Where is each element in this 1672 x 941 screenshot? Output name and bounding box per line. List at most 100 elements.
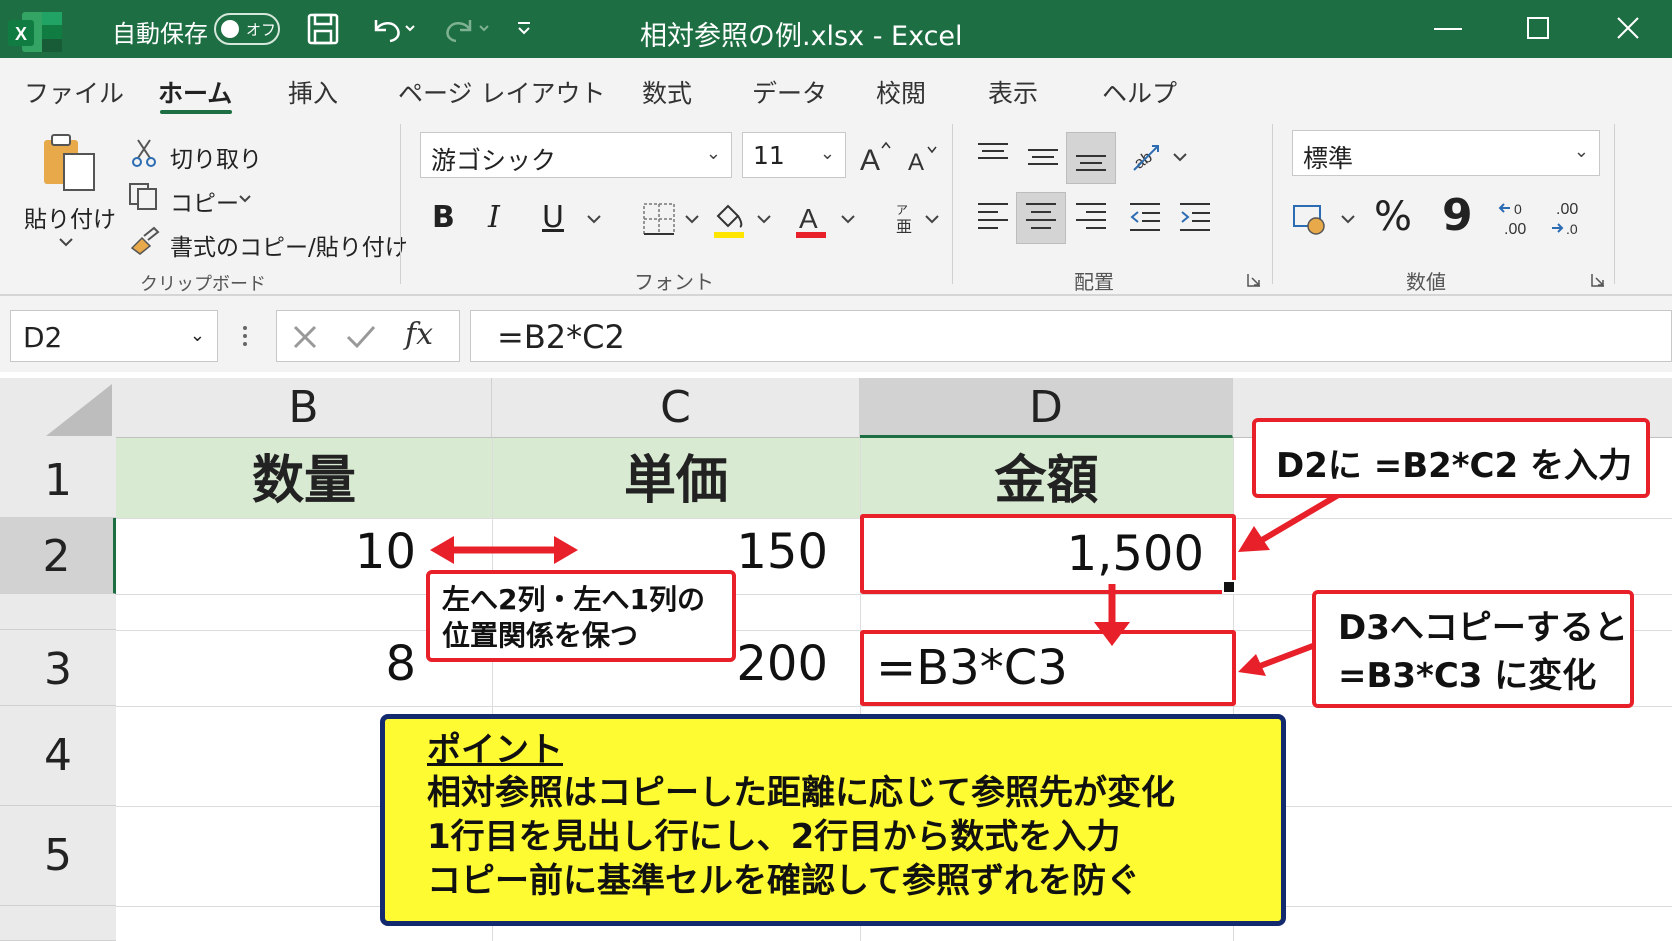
align-right-icon[interactable] — [1074, 200, 1108, 234]
chevron-down-icon: ⌄ — [1573, 141, 1589, 162]
svg-text:0: 0 — [1514, 201, 1522, 217]
row-header-3[interactable]: 3 — [0, 630, 116, 706]
orientation-dropdown-icon[interactable] — [1172, 152, 1188, 162]
window-title: 相対参照の例.xlsx - Excel — [640, 21, 963, 52]
font-name-value: 游ゴシック — [431, 146, 557, 175]
point-line: 1行目を見出し行にし、2行目から数式を入力 — [427, 817, 1121, 857]
insert-function-button[interactable]: fx — [405, 317, 433, 352]
cell-d3-value: =B3*C3 — [876, 640, 1068, 696]
cell-c1[interactable]: 単価 — [492, 438, 860, 518]
top-align-icon[interactable] — [976, 140, 1010, 170]
font-color-dropdown-icon[interactable] — [840, 214, 856, 224]
column-header-b[interactable]: B — [116, 378, 492, 438]
row-header-2[interactable]: 2 — [0, 518, 116, 594]
tab-home[interactable]: ホーム — [158, 74, 232, 110]
autosave-label: 自動保存 — [112, 20, 208, 48]
cancel-icon[interactable] — [291, 323, 319, 351]
paste-dropdown-icon[interactable] — [58, 236, 74, 248]
increase-font-size-icon[interactable]: A — [858, 140, 892, 177]
maximize-icon[interactable] — [1526, 16, 1552, 42]
borders-dropdown-icon[interactable] — [684, 214, 700, 224]
tab-help[interactable]: ヘルプ — [1102, 74, 1177, 110]
fill-color-icon[interactable] — [712, 200, 746, 240]
point-line: 相対参照はコピーした距離に応じて参照先が変化 — [427, 773, 1175, 813]
bottom-align-icon[interactable] — [1074, 140, 1108, 176]
borders-icon[interactable] — [642, 202, 676, 236]
accounting-format-icon[interactable] — [1292, 202, 1328, 236]
cell-b1[interactable]: 数量 — [116, 438, 492, 518]
more-options-icon[interactable] — [240, 322, 250, 350]
number-format-combo[interactable]: 標準 ⌄ — [1292, 130, 1600, 176]
underline-button[interactable]: U — [542, 200, 564, 235]
cut-button[interactable]: 切り取り — [170, 140, 262, 174]
font-name-combo[interactable]: 游ゴシック ⌄ — [420, 132, 732, 178]
increase-decimal-icon[interactable]: 0 .00 — [1496, 200, 1536, 240]
font-size-combo[interactable]: 11 ⌄ — [742, 132, 846, 178]
tab-review[interactable]: 校閲 — [876, 74, 926, 110]
enter-icon[interactable] — [345, 323, 377, 351]
phonetic-dropdown-icon[interactable] — [924, 214, 940, 224]
cell-d1[interactable]: 金額 — [860, 438, 1233, 518]
cell-d3[interactable]: =B3*C3 — [860, 630, 1236, 706]
row-header-5[interactable]: 5 — [0, 806, 116, 906]
tab-data[interactable]: データ — [752, 74, 827, 110]
decrease-font-size-icon[interactable]: A — [906, 144, 940, 176]
tab-file[interactable]: ファイル — [24, 74, 124, 110]
cut-icon[interactable] — [130, 138, 158, 168]
undo-icon[interactable] — [370, 14, 416, 44]
tab-page-layout[interactable]: ページ レイアウト — [398, 74, 605, 110]
accounting-dropdown-icon[interactable] — [1340, 214, 1356, 224]
paste-icon[interactable] — [38, 132, 100, 194]
tab-formulas[interactable]: 数式 — [642, 74, 692, 110]
increase-indent-icon[interactable] — [1178, 200, 1212, 234]
cell-b2[interactable]: 10 — [116, 524, 416, 580]
row-header-1[interactable]: 1 — [0, 438, 116, 518]
font-color-icon[interactable]: A — [794, 200, 828, 240]
autosave-toggle[interactable]: オフ — [214, 13, 280, 45]
cell-d2[interactable]: 1,500 — [860, 514, 1236, 594]
save-icon[interactable] — [306, 12, 340, 46]
format-painter-button[interactable]: 書式のコピー/貼り付け — [170, 228, 408, 262]
copy-icon[interactable] — [128, 182, 160, 210]
decrease-decimal-icon[interactable]: .00 .0 — [1548, 200, 1588, 240]
formula-input[interactable]: =B2*C2 — [470, 310, 1672, 362]
toggle-knob — [221, 20, 239, 38]
fill-color-dropdown-icon[interactable] — [756, 214, 772, 224]
svg-text:A: A — [799, 203, 818, 234]
minimize-icon[interactable] — [1434, 26, 1464, 32]
name-box[interactable]: D2 ⌄ — [10, 310, 218, 362]
row-header-6[interactable] — [0, 906, 116, 941]
redo-icon[interactable] — [444, 14, 490, 44]
number-dialog-launcher-icon[interactable] — [1590, 272, 1606, 288]
copy-dropdown-icon[interactable] — [238, 194, 252, 204]
middle-align-icon[interactable] — [1026, 140, 1060, 174]
underline-dropdown-icon[interactable] — [586, 214, 602, 224]
tab-insert[interactable]: 挿入 — [288, 74, 338, 110]
align-center-icon[interactable] — [1024, 200, 1058, 234]
align-left-icon[interactable] — [976, 200, 1010, 234]
orientation-icon[interactable]: ab — [1128, 138, 1164, 174]
cell-b3[interactable]: 8 — [116, 636, 416, 692]
title-bar: X 自動保存 オフ 相対参照の例.xlsx - Excel — [0, 0, 1672, 58]
tab-view[interactable]: 表示 — [988, 74, 1038, 110]
group-separator — [1272, 124, 1273, 284]
comma-style-button[interactable]: 9 — [1442, 190, 1473, 241]
row-header-4[interactable]: 4 — [0, 706, 116, 806]
alignment-dialog-launcher-icon[interactable] — [1246, 272, 1262, 288]
paste-button[interactable]: 貼り付け — [24, 200, 116, 234]
fill-handle[interactable] — [1222, 580, 1236, 594]
copy-button[interactable]: コピー — [170, 184, 239, 218]
phonetic-guide-icon[interactable]: ア 亜 — [892, 200, 918, 236]
customize-toolbar-icon[interactable] — [516, 20, 532, 38]
percent-style-button[interactable]: % — [1374, 194, 1412, 240]
font-group-label: フォント — [634, 270, 714, 294]
bold-button[interactable]: B — [432, 200, 455, 235]
column-header-d[interactable]: D — [860, 378, 1233, 438]
select-all-corner[interactable] — [0, 378, 116, 438]
format-painter-icon[interactable] — [128, 226, 160, 256]
column-header-c[interactable]: C — [492, 378, 860, 438]
close-icon[interactable] — [1616, 16, 1642, 42]
italic-button[interactable]: I — [488, 200, 500, 235]
decrease-indent-icon[interactable] — [1128, 200, 1162, 234]
font-size-value: 11 — [753, 141, 785, 170]
